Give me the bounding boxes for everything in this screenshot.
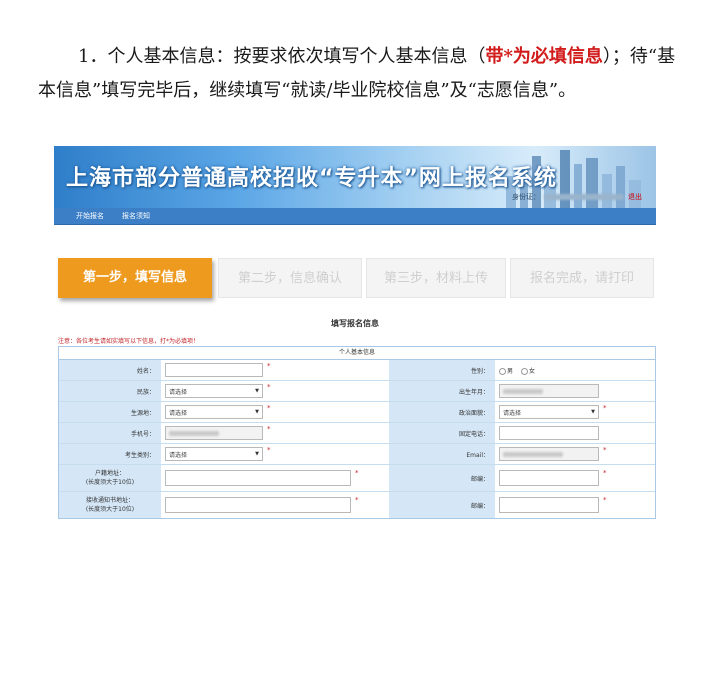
birth-input[interactable] xyxy=(499,384,599,398)
chevron-down-icon: ▼ xyxy=(255,409,259,415)
landline-input[interactable] xyxy=(499,426,599,440)
redacted-value xyxy=(503,451,563,457)
category-label: 考生类别： xyxy=(59,444,161,464)
step-2: 第二步，信息确认 xyxy=(218,258,362,298)
system-title: 上海市部分普通高校招收“专升本”网上报名系统 xyxy=(66,166,557,191)
chevron-down-icon: ▼ xyxy=(591,409,595,415)
gender-male-label: 男 xyxy=(507,368,514,375)
required-mark: * xyxy=(603,496,607,504)
section-header: 个人基本信息 xyxy=(59,347,655,360)
postcode-input[interactable] xyxy=(499,470,599,486)
logout-link[interactable]: 退出 xyxy=(628,193,642,201)
email-label: Email： xyxy=(389,444,495,464)
notice-address-label: 接收通知书地址： (长度须大于10位) xyxy=(59,492,161,518)
redacted-value xyxy=(503,388,543,394)
gender-female-label: 女 xyxy=(529,368,536,375)
hukou-input[interactable] xyxy=(165,470,351,486)
instruction-paragraph: 1．个人基本信息：按要求依次填写个人基本信息（带*为必填信息）；待“基本信息”填… xyxy=(38,40,678,108)
personal-info-table: 个人基本信息 姓名： * 性别： 男 女 民族： 请选择 ▼ * 出生年月： 生… xyxy=(58,346,656,519)
redacted-value xyxy=(169,430,219,436)
user-id-label: 身份证： xyxy=(512,193,540,201)
document-page: 1．个人基本信息：按要求依次填写个人基本信息（带*为必填信息）；待“基本信息”填… xyxy=(0,0,709,674)
email-input[interactable] xyxy=(499,447,599,461)
political-select[interactable]: 请选择 ▼ xyxy=(499,405,599,419)
name-input[interactable] xyxy=(165,363,263,377)
radio-icon xyxy=(521,368,528,375)
birthplace-select[interactable]: 请选择 ▼ xyxy=(165,405,263,419)
instruction-text-part1: 1．个人基本信息：按要求依次填写个人基本信息（ xyxy=(78,46,486,67)
required-mark: * xyxy=(267,383,271,391)
political-label: 政治面貌： xyxy=(389,402,495,422)
step-4: 报名完成，请打印 xyxy=(510,258,654,298)
required-note: 带*为必填信息 xyxy=(485,46,603,67)
table-row: 户籍地址： (长度须大于10位) * 邮编： * xyxy=(59,465,655,492)
category-select[interactable]: 请选择 ▼ xyxy=(165,447,263,461)
radio-icon xyxy=(499,368,506,375)
mobile-label: 手机号： xyxy=(59,423,161,443)
table-row: 考生类别： 请选择 ▼ * Email： * xyxy=(59,444,655,465)
birth-label: 出生年月： xyxy=(389,381,495,401)
required-mark: * xyxy=(267,362,271,370)
postcode2-label: 邮编： xyxy=(389,492,495,518)
ethnicity-select[interactable]: 请选择 ▼ xyxy=(165,384,263,398)
notice-address-hint: (长度须大于10位) xyxy=(85,506,135,513)
user-info: 身份证： 退出 xyxy=(512,192,642,202)
hukou-hint: (长度须大于10位) xyxy=(85,479,135,486)
required-mark: * xyxy=(603,404,607,412)
chevron-down-icon: ▼ xyxy=(255,388,259,394)
required-mark: * xyxy=(603,446,607,454)
table-row: 生源地： 请选择 ▼ * 政治面貌： 请选择 ▼ * xyxy=(59,402,655,423)
step-3: 第三步，材料上传 xyxy=(366,258,506,298)
select-placeholder: 请选择 xyxy=(169,388,188,396)
nav-item-start[interactable]: 开始报名 xyxy=(76,211,104,221)
notice-address-input[interactable] xyxy=(165,497,351,513)
required-mark: * xyxy=(267,404,271,412)
postcode-label: 邮编： xyxy=(389,465,495,491)
select-placeholder: 请选择 xyxy=(169,409,188,417)
required-mark: * xyxy=(267,446,271,454)
chevron-down-icon: ▼ xyxy=(255,451,259,457)
required-mark: * xyxy=(267,425,271,433)
nav-bar: 开始报名 报名须知 xyxy=(54,208,656,225)
form-notice: 注意：各位考生请如实填写以下信息，打*为必填项！ xyxy=(58,338,200,345)
table-row: 接收通知书地址： (长度须大于10位) * 邮编： * xyxy=(59,492,655,518)
hukou-label: 户籍地址： (长度须大于10位) xyxy=(59,465,161,491)
table-row: 民族： 请选择 ▼ * 出生年月： xyxy=(59,381,655,402)
birthplace-label: 生源地： xyxy=(59,402,161,422)
embedded-screenshot: 上海市部分普通高校招收“专升本”网上报名系统 身份证： 退出 开始报名 报名须知 … xyxy=(54,146,656,542)
hukou-label-text: 户籍地址： xyxy=(94,470,125,477)
required-mark: * xyxy=(355,496,359,504)
nav-item-guide[interactable]: 报名须知 xyxy=(122,211,150,221)
ethnicity-label: 民族： xyxy=(59,381,161,401)
table-row: 手机号： * 固定电话： xyxy=(59,423,655,444)
postcode2-input[interactable] xyxy=(499,497,599,513)
required-mark: * xyxy=(603,469,607,477)
mobile-input[interactable] xyxy=(165,426,263,440)
gender-radio-male[interactable]: 男 xyxy=(499,366,513,375)
notice-address-label-text: 接收通知书地址： xyxy=(85,497,134,504)
select-placeholder: 请选择 xyxy=(169,451,188,459)
site-banner: 上海市部分普通高校招收“专升本”网上报名系统 身份证： 退出 xyxy=(54,146,656,208)
form-title: 填写报名信息 xyxy=(331,319,379,328)
gender-label: 性别： xyxy=(389,360,495,380)
user-id-redacted xyxy=(544,194,624,200)
gender-radio-female[interactable]: 女 xyxy=(521,366,535,375)
select-placeholder: 请选择 xyxy=(503,409,522,417)
landline-label: 固定电话： xyxy=(389,423,495,443)
step-1: 第一步，填写信息 xyxy=(58,258,212,298)
table-row: 姓名： * 性别： 男 女 xyxy=(59,360,655,381)
name-label: 姓名： xyxy=(59,360,161,380)
required-mark: * xyxy=(355,469,359,477)
